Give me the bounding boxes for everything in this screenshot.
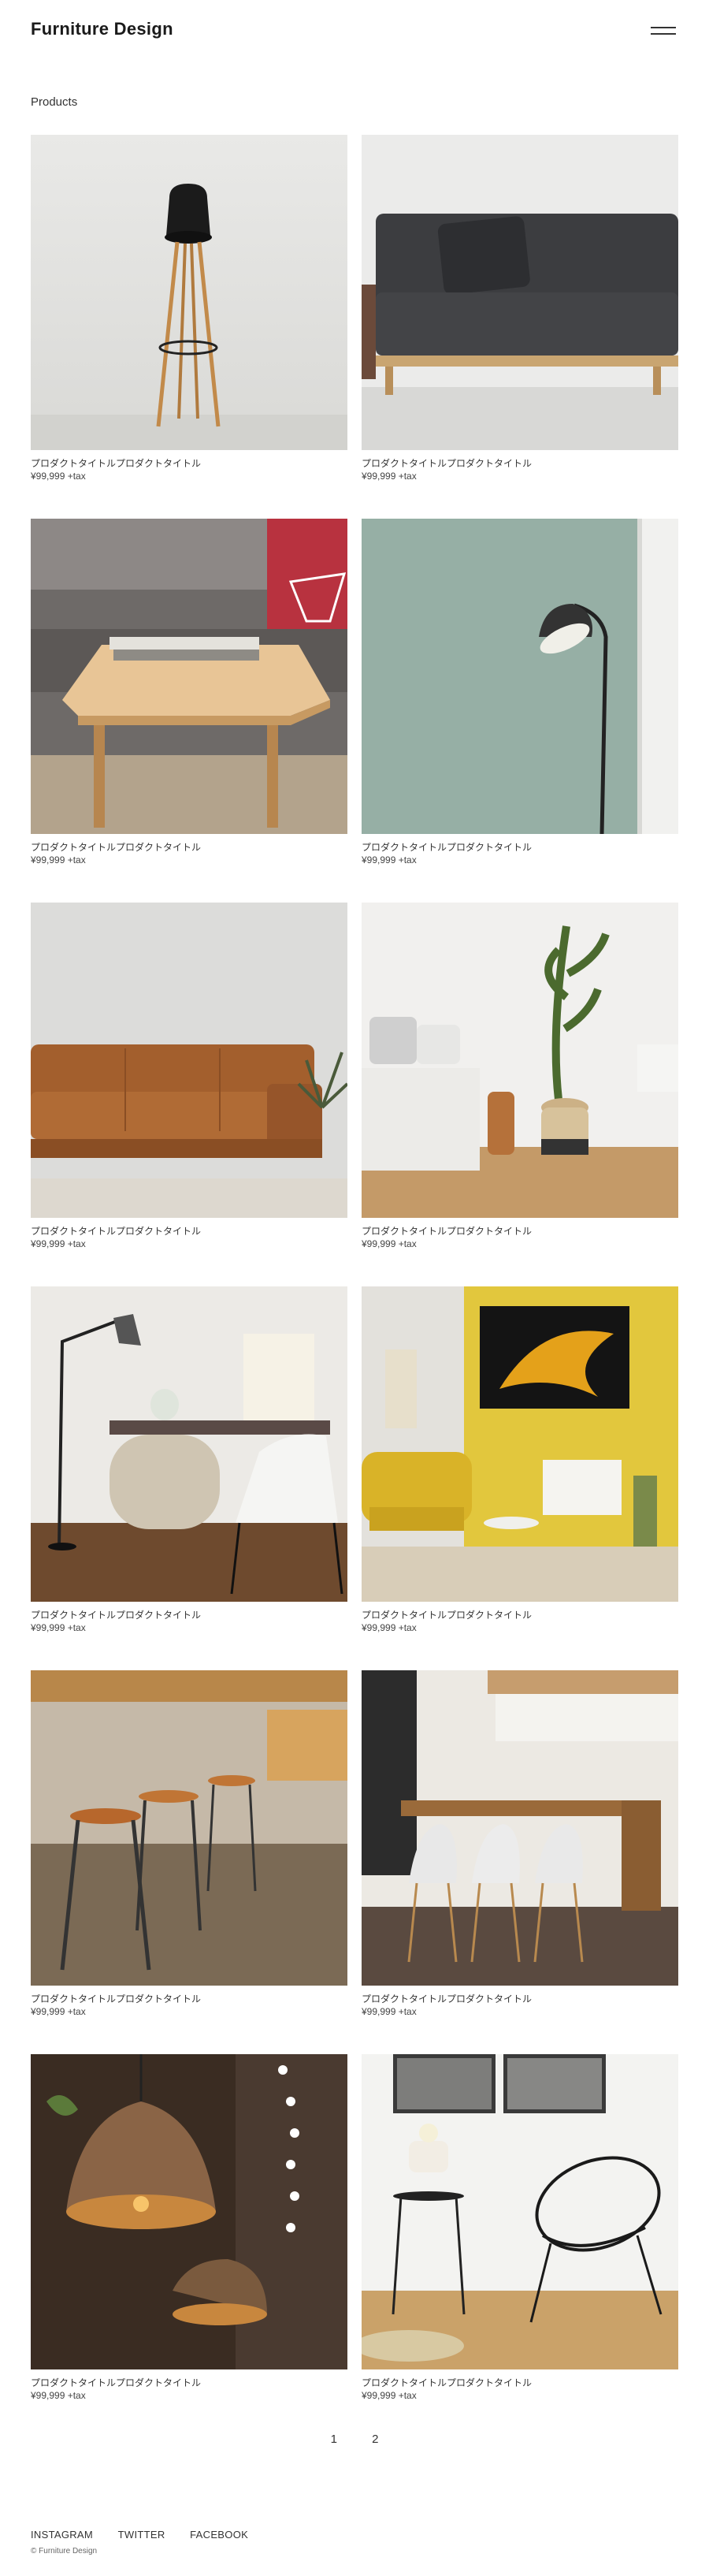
product-card[interactable]: プロダクトタイトルプロダクトタイトル ¥99,999 +tax (31, 135, 347, 482)
bar-stool-image (31, 135, 347, 450)
twitter-link[interactable]: TWITTER (118, 2529, 165, 2541)
facebook-link[interactable]: FACEBOOK (190, 2529, 248, 2541)
product-card[interactable]: プロダクトタイトルプロダクトタイトル ¥99,999 +tax (362, 2054, 678, 2401)
product-card[interactable]: プロダクトタイトルプロダクトタイトル ¥99,999 +tax (31, 519, 347, 865)
product-image (31, 2054, 347, 2369)
product-image (31, 903, 347, 1218)
wire-chair-image (362, 2054, 678, 2369)
product-title: プロダクトタイトルプロダクトタイトル (31, 2377, 202, 2388)
desk-chair-image (31, 1286, 347, 1602)
product-price: ¥99,999 +tax (31, 471, 86, 482)
bar-stools-image (31, 1670, 347, 1986)
product-price: ¥99,999 +tax (362, 854, 417, 865)
product-price: ¥99,999 +tax (362, 2390, 417, 2401)
pagination: 1 2 (0, 2433, 709, 2446)
product-title: プロダクトタイトルプロダクトタイトル (31, 842, 202, 853)
instagram-link[interactable]: INSTAGRAM (31, 2529, 93, 2541)
copyright: © Furniture Design (31, 2547, 98, 2556)
page-link-2[interactable]: 2 (372, 2433, 378, 2446)
product-card[interactable]: プロダクトタイトルプロダクトタイトル ¥99,999 +tax (31, 1670, 347, 2017)
yellow-living-room-image (362, 1286, 678, 1602)
product-title: プロダクトタイトルプロダクトタイトル (362, 1610, 533, 1621)
menu-line (651, 33, 676, 35)
product-card[interactable]: プロダクトタイトルプロダクトタイトル ¥99,999 +tax (362, 519, 678, 865)
product-title: プロダクトタイトルプロダクトタイトル (362, 2377, 533, 2388)
product-title: プロダクトタイトルプロダクトタイトル (362, 842, 533, 853)
product-price: ¥99,999 +tax (31, 2390, 86, 2401)
product-price: ¥99,999 +tax (31, 854, 86, 865)
product-price: ¥99,999 +tax (362, 1238, 417, 1249)
leather-sofa-image (31, 903, 347, 1218)
product-price: ¥99,999 +tax (362, 471, 417, 482)
product-title: プロダクトタイトルプロダクトタイトル (31, 458, 202, 469)
product-card[interactable]: プロダクトタイトルプロダクトタイトル ¥99,999 +tax (31, 2054, 347, 2401)
product-image (31, 519, 347, 834)
site-title[interactable]: Furniture Design (31, 19, 173, 39)
product-title: プロダクトタイトルプロダクトタイトル (362, 1993, 533, 2005)
sofa-image (362, 135, 678, 450)
product-image (362, 1286, 678, 1602)
product-card[interactable]: プロダクトタイトルプロダクトタイトル ¥99,999 +tax (362, 1286, 678, 1633)
product-title: プロダクトタイトルプロダクトタイトル (31, 1610, 202, 1621)
social-links: INSTAGRAM TWITTER FACEBOOK (31, 2529, 270, 2541)
site-header: Furniture Design (0, 0, 709, 63)
product-price: ¥99,999 +tax (31, 2006, 86, 2017)
product-image (362, 519, 678, 834)
site-footer: INSTAGRAM TWITTER FACEBOOK © Furniture D… (31, 2529, 270, 2556)
product-card[interactable]: プロダクトタイトルプロダクトタイトル ¥99,999 +tax (362, 135, 678, 482)
product-price: ¥99,999 +tax (362, 2006, 417, 2017)
menu-line (651, 27, 676, 28)
product-card[interactable]: プロダクトタイトルプロダクトタイトル ¥99,999 +tax (362, 1670, 678, 2017)
product-image (362, 2054, 678, 2369)
dining-table-image (362, 1670, 678, 1986)
product-image (362, 1670, 678, 1986)
side-table-image (31, 519, 347, 834)
product-title: プロダクトタイトルプロダクトタイトル (362, 458, 533, 469)
product-image (362, 903, 678, 1218)
product-image (362, 135, 678, 450)
page-link-1[interactable]: 1 (331, 2433, 337, 2446)
product-price: ¥99,999 +tax (31, 1238, 86, 1249)
floor-lamp-image (362, 519, 678, 834)
product-card[interactable]: プロダクトタイトルプロダクトタイトル ¥99,999 +tax (31, 1286, 347, 1633)
product-image (31, 135, 347, 450)
bedroom-plant-image (362, 903, 678, 1218)
section-title: Products (31, 95, 78, 109)
pendant-lamp-image (31, 2054, 347, 2369)
product-price: ¥99,999 +tax (362, 1622, 417, 1633)
product-image (31, 1286, 347, 1602)
product-title: プロダクトタイトルプロダクトタイトル (362, 1226, 533, 1237)
product-price: ¥99,999 +tax (31, 1622, 86, 1633)
product-card[interactable]: プロダクトタイトルプロダクトタイトル ¥99,999 +tax (31, 903, 347, 1249)
product-image (31, 1670, 347, 1986)
hamburger-icon[interactable] (651, 22, 677, 38)
product-card[interactable]: プロダクトタイトルプロダクトタイトル ¥99,999 +tax (362, 903, 678, 1249)
product-title: プロダクトタイトルプロダクトタイトル (31, 1993, 202, 2005)
product-title: プロダクトタイトルプロダクトタイトル (31, 1226, 202, 1237)
